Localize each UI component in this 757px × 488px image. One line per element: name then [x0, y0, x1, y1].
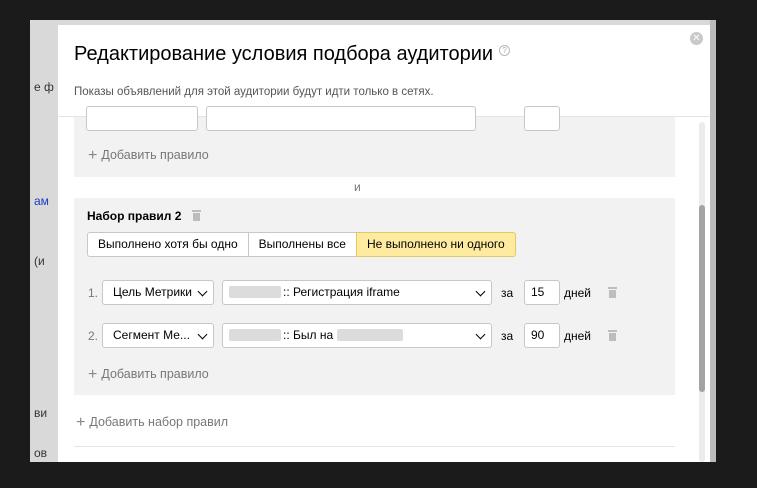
close-icon[interactable]: ✕	[690, 32, 703, 45]
rule-target-value: :: Был на	[283, 328, 334, 342]
rule-type-select[interactable]: Сегмент Ме...	[102, 323, 214, 348]
trash-icon[interactable]	[191, 210, 201, 221]
days-input[interactable]: 15	[524, 280, 560, 305]
days-label: дней	[564, 329, 592, 343]
rule-target-select[interactable]	[206, 106, 476, 131]
days-label: дней	[564, 286, 592, 300]
redacted-text	[229, 329, 281, 341]
audience-condition-dialog: ✕ Редактирование условия подбора аудитор…	[58, 25, 710, 462]
chevron-down-icon	[475, 286, 486, 297]
background-link: ам	[34, 194, 49, 208]
mode-selector: Выполнено хотя бы одно Выполнены все Не …	[87, 232, 516, 257]
rule-type-select[interactable]	[86, 106, 198, 131]
background-text: е ф	[34, 80, 54, 94]
rule-set-title-text: Набор правил 2	[87, 209, 182, 223]
days-input[interactable]	[524, 106, 560, 131]
add-rule-button[interactable]: + Добавить правило	[88, 147, 209, 165]
rule-target-select[interactable]: :: Регистрация iframe	[222, 280, 492, 305]
scrollbar-thumb[interactable]	[699, 205, 705, 392]
rule-type-value: Сегмент Ме...	[113, 328, 190, 342]
dialog-title-text: Редактирование условия подбора аудитории	[74, 43, 494, 65]
add-rule-set-label: Добавить набор правил	[89, 415, 229, 429]
add-rule-button[interactable]: + Добавить правило	[88, 366, 209, 384]
rule-target-value: :: Регистрация iframe	[283, 285, 400, 299]
redacted-text	[229, 286, 281, 298]
days-input[interactable]: 90	[524, 323, 560, 348]
chevron-down-icon	[475, 329, 486, 340]
rule-set-1: + Добавить правило	[74, 106, 675, 177]
mode-at-least-one[interactable]: Выполнено хотя бы одно	[87, 232, 249, 257]
mode-all[interactable]: Выполнены все	[247, 232, 357, 257]
dialog-title: Редактирование условия подбора аудитории…	[74, 43, 511, 66]
plus-icon: +	[88, 366, 98, 383]
and-separator: и	[354, 180, 361, 194]
mode-none[interactable]: Не выполнено ни одного	[355, 232, 516, 257]
chevron-down-icon	[197, 286, 208, 297]
background-text: (и	[34, 254, 45, 268]
period-prefix: за	[501, 286, 514, 300]
trash-icon[interactable]	[608, 330, 617, 341]
background-text: ви	[34, 406, 48, 420]
plus-icon: +	[76, 414, 86, 431]
rule-number: 1.	[88, 286, 99, 300]
add-rule-set-button[interactable]: + Добавить набор правил	[76, 414, 228, 432]
add-rule-label: Добавить правило	[101, 367, 209, 381]
question-circle-icon[interactable]: ?	[499, 45, 511, 56]
rule-number: 2.	[88, 329, 99, 343]
background-text: ов	[34, 446, 48, 460]
rule-type-value: Цель Метрики	[113, 285, 192, 299]
plus-icon: +	[88, 147, 98, 164]
rule-set-2: Набор правил 2 Выполнено хотя бы одно Вы…	[74, 198, 675, 395]
dialog-subtitle: Показы объявлений для этой аудитории буд…	[74, 86, 434, 98]
rule-set-title: Набор правил 2	[87, 209, 201, 223]
redacted-text	[337, 329, 404, 341]
period-prefix: за	[501, 329, 514, 343]
rule-target-select[interactable]: :: Был на	[222, 323, 492, 348]
add-rule-label: Добавить правило	[101, 148, 209, 162]
bottom-divider	[74, 446, 675, 447]
background-scrollbar	[710, 20, 716, 462]
rule-type-select[interactable]: Цель Метрики	[102, 280, 214, 305]
chevron-down-icon	[197, 329, 208, 340]
trash-icon[interactable]	[608, 287, 617, 298]
